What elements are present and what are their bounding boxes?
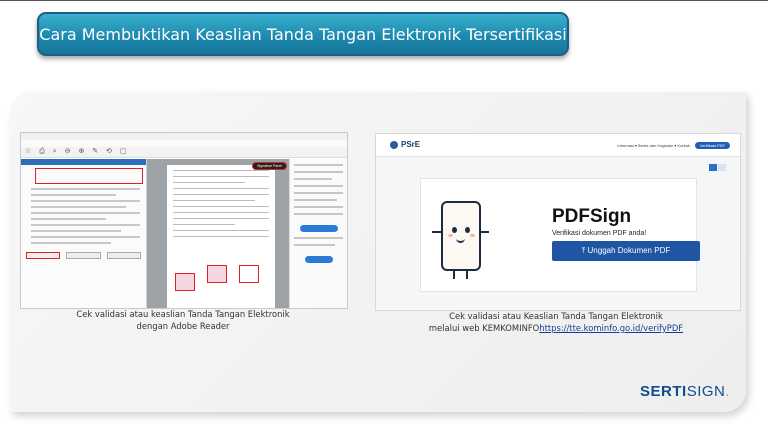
adobe-caption: Cek validasi atau keaslian Tanda Tangan … [76, 309, 290, 331]
verify-pdf-link[interactable]: https://tte.kominfo.go.id/verifyPDF [539, 323, 683, 333]
pdf-page [167, 165, 275, 308]
signature-stamp-1 [175, 273, 195, 291]
phone-mascot-icon [441, 201, 481, 271]
advanced-properties-button [26, 252, 61, 259]
adobe-document-area: Signature Panel [147, 159, 289, 308]
pdfsign-card: PDFSign Verifikasi dokumen PDF anda! ⤒ U… [420, 178, 700, 292]
psre-logo: PSrE [390, 140, 420, 149]
adobe-reader-screenshot: ☆ ⎙ ⌕ ⊖ ⊕ ✎ ⟲ ▢ Signature Panel [20, 132, 348, 309]
adobe-titlebar [21, 133, 347, 140]
sertisign-logo: SERTISIGN. [640, 383, 731, 400]
psre-web-screenshot: PSrE Informasi ▾ Berita dan Kegiatan ▾ K… [375, 133, 741, 311]
psre-header: PSrE Informasi ▾ Berita dan Kegiatan ▾ K… [376, 134, 740, 157]
free-trial-button [304, 256, 333, 263]
adobe-toolbar: ☆ ⎙ ⌕ ⊖ ⊕ ✎ ⟲ ▢ [21, 147, 347, 158]
psre-caption: Cek validasi atau Keaslian Tanda Tangan … [428, 311, 684, 333]
convert-button [299, 225, 338, 232]
signature-properties-header [21, 159, 146, 165]
language-switch [709, 164, 726, 171]
signature-panel-button: Signature Panel [252, 162, 287, 170]
psre-nav: Informasi ▾ Berita dan Kegiatan ▾ Kontak… [617, 142, 730, 149]
pdfsign-subtitle: Verifikasi dokumen PDF anda! [552, 230, 647, 237]
page-title: Cara Membuktikan Keaslian Tanda Tangan E… [37, 12, 569, 56]
upload-pdf-button: ⤒ Unggah Dokumen PDF [552, 241, 700, 261]
adobe-signature-sidepanel [21, 159, 147, 308]
signature-stamp-3 [239, 265, 259, 283]
close-button [106, 252, 141, 259]
top-divider [0, 0, 768, 1]
verify-pdf-nav-button: Verifikasi PDF [694, 142, 730, 149]
adobe-tools-pane [289, 159, 347, 308]
signature-stamp-2 [207, 265, 227, 283]
pdfsign-heading: PDFSign [552, 206, 632, 227]
psre-logo-icon [390, 140, 398, 149]
adobe-menubar [21, 140, 347, 147]
validate-signature-button [66, 252, 101, 259]
signature-validity-box [35, 168, 143, 184]
